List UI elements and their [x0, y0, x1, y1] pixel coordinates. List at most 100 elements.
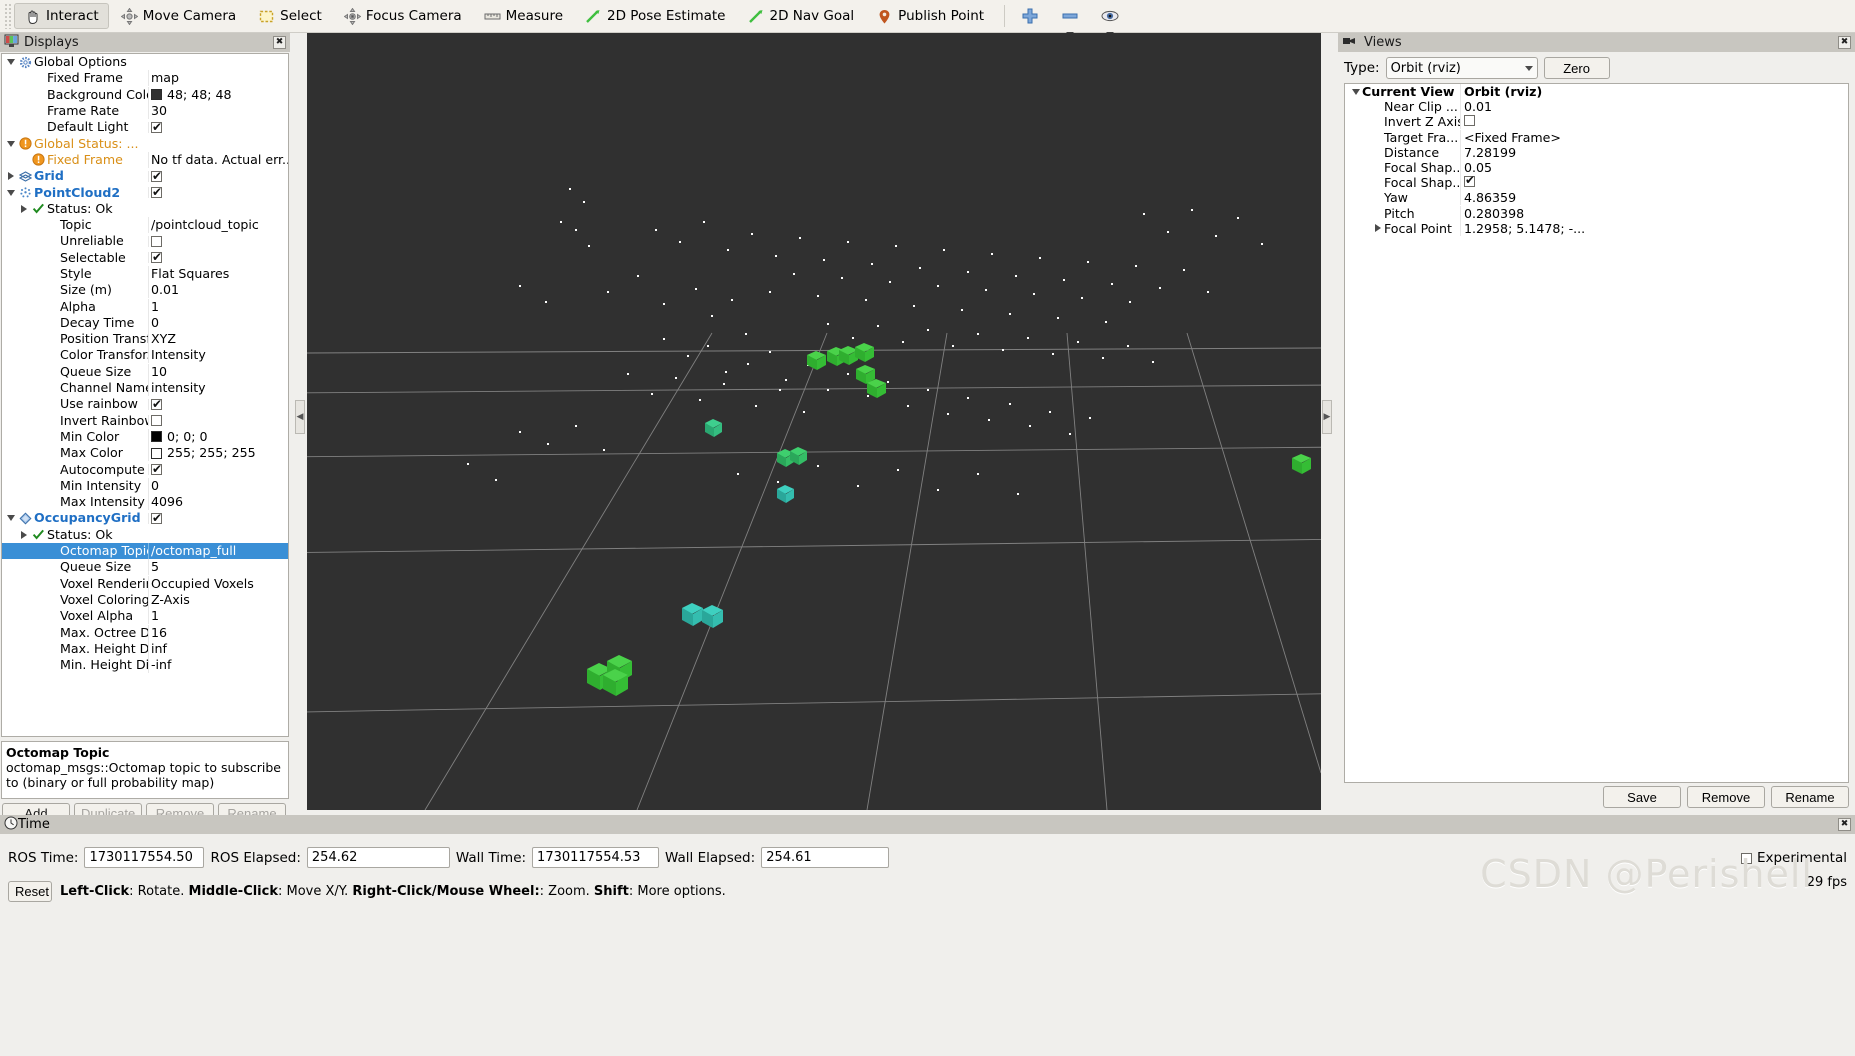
- display-row[interactable]: Alpha 1: [2, 298, 288, 315]
- chevron-right-icon[interactable]: [17, 204, 30, 213]
- display-row-value-cell[interactable]: 1: [148, 298, 288, 315]
- zero-button[interactable]: Zero: [1543, 57, 1610, 79]
- display-row[interactable]: Selectable: [2, 250, 288, 266]
- display-row-value-cell[interactable]: map: [148, 70, 288, 87]
- display-row[interactable]: Position Transf...XYZ: [2, 331, 288, 348]
- display-row[interactable]: Topic/pointcloud_topic: [2, 217, 288, 234]
- display-row[interactable]: Invert Rainbow: [2, 413, 288, 429]
- checkbox[interactable]: [151, 170, 162, 182]
- ros-time-input[interactable]: 1730117554.50: [84, 847, 205, 868]
- remove-view-button[interactable]: Remove: [1687, 786, 1765, 808]
- display-row[interactable]: Global Status: ...: [2, 135, 288, 151]
- display-row-value-cell[interactable]: inf: [148, 640, 288, 657]
- close-icon[interactable]: ✖: [273, 36, 286, 49]
- tool-2d-nav-goal[interactable]: 2D Nav Goal: [738, 3, 865, 29]
- views-tree[interactable]: Current View Orbit (rviz) Near Clip ... 0.0…: [1344, 83, 1849, 783]
- display-row-value-cell[interactable]: Z-Axis: [148, 591, 288, 608]
- view-property-value-cell[interactable]: 0.05: [1460, 160, 1848, 176]
- display-row-value-cell[interactable]: 16: [148, 624, 288, 641]
- checkbox[interactable]: [1464, 175, 1475, 188]
- display-row[interactable]: Frame Rate 30: [2, 103, 288, 120]
- rename-view-button[interactable]: Rename: [1771, 786, 1849, 808]
- checkbox[interactable]: [151, 398, 162, 410]
- checkbox[interactable]: [1464, 115, 1475, 127]
- checkbox[interactable]: [151, 415, 162, 427]
- view-property-row[interactable]: Near Clip ... 0.01: [1345, 99, 1848, 115]
- ros-elapsed-input[interactable]: 254.62: [306, 847, 450, 868]
- experimental-checkbox[interactable]: [1740, 852, 1752, 864]
- display-row-value-cell[interactable]: 4096: [148, 494, 288, 511]
- view-property-row[interactable]: Yaw 4.86359: [1345, 190, 1848, 206]
- display-row[interactable]: Max. Height Dis...inf: [2, 640, 288, 657]
- tool-focus-camera[interactable]: Focus Camera: [334, 3, 472, 29]
- display-row-value-cell[interactable]: 0.01: [148, 282, 288, 299]
- display-row[interactable]: Min Intensity 0: [2, 477, 288, 494]
- tool-select[interactable]: Select: [248, 3, 332, 29]
- tool-publish-point[interactable]: Publish Point: [866, 3, 994, 29]
- chevron-down-icon[interactable]: [1349, 88, 1362, 95]
- tool-visibility-eye-icon[interactable]: [1093, 3, 1127, 36]
- display-row-value-cell[interactable]: [148, 170, 288, 182]
- display-row-value-cell[interactable]: 1: [148, 608, 288, 625]
- display-row-value-cell[interactable]: [148, 121, 288, 133]
- display-row-value-cell[interactable]: Intensity: [148, 347, 288, 364]
- display-row-value-cell[interactable]: XYZ: [148, 331, 288, 348]
- wall-time-input[interactable]: 1730117554.53: [532, 847, 660, 868]
- display-row[interactable]: Background Color 48; 48; 48: [2, 86, 288, 103]
- displays-tree[interactable]: Global Options Fixed Frame map Background C…: [1, 53, 289, 737]
- close-icon[interactable]: ✖: [1838, 818, 1851, 831]
- wall-elapsed-input[interactable]: 254.61: [761, 847, 890, 868]
- display-row[interactable]: Min. Height Dis...-inf: [2, 657, 288, 674]
- display-row-value-cell[interactable]: -inf: [148, 657, 288, 674]
- view-property-value-cell[interactable]: 1.2958; 5.1478; -...: [1460, 220, 1848, 236]
- chevron-down-icon[interactable]: [4, 189, 17, 196]
- view-property-row[interactable]: Current View Orbit (rviz): [1345, 84, 1848, 100]
- right-splitter-handle[interactable]: ▶: [1322, 400, 1332, 434]
- display-row-value-cell[interactable]: 10: [148, 363, 288, 380]
- close-icon[interactable]: ✖: [1838, 36, 1851, 49]
- display-row[interactable]: Max. Octree De...16: [2, 624, 288, 641]
- display-row[interactable]: Status: Ok: [2, 201, 288, 217]
- display-row[interactable]: Voxel RenderingOccupied Voxels: [2, 575, 288, 592]
- display-row[interactable]: Voxel Coloring Z-Axis: [2, 591, 288, 608]
- display-row[interactable]: Queue Size 5: [2, 559, 288, 576]
- display-row-value-cell[interactable]: /octomap_full: [148, 543, 288, 560]
- chevron-right-icon[interactable]: [1371, 224, 1384, 233]
- display-row[interactable]: Color Transfor...Intensity: [2, 347, 288, 364]
- chevron-down-icon[interactable]: [4, 515, 17, 522]
- display-row[interactable]: PointCloud2: [2, 184, 288, 200]
- view-property-row[interactable]: Distance 7.28199: [1345, 144, 1848, 160]
- 3d-viewport[interactable]: [307, 33, 1321, 810]
- display-row[interactable]: Global Options: [2, 54, 288, 70]
- display-row[interactable]: Use rainbow: [2, 396, 288, 412]
- view-type-select[interactable]: Orbit (rviz): [1385, 57, 1538, 79]
- tool-2d-pose-estimate[interactable]: 2D Pose Estimate: [575, 3, 735, 29]
- toolbar-drag-handle[interactable]: [4, 3, 12, 29]
- display-row-value-cell[interactable]: Flat Squares: [148, 266, 288, 282]
- display-row[interactable]: Unreliable: [2, 233, 288, 249]
- save-view-button[interactable]: Save: [1603, 786, 1681, 808]
- checkbox[interactable]: [151, 187, 162, 199]
- checkbox[interactable]: [151, 464, 162, 476]
- checkbox[interactable]: [151, 121, 162, 133]
- remove-tool-icon[interactable]: [1053, 3, 1087, 36]
- view-property-row[interactable]: Focal Shap...: [1345, 175, 1848, 191]
- display-row-value-cell[interactable]: No tf data. Actual err...: [148, 151, 288, 168]
- view-property-row[interactable]: Focal Point 1.2958; 5.1478; -...: [1345, 220, 1848, 236]
- display-row-value-cell[interactable]: [148, 187, 288, 199]
- display-row[interactable]: Decay Time 0: [2, 314, 288, 331]
- view-property-row[interactable]: Invert Z Axis: [1345, 114, 1848, 130]
- view-property-value-cell[interactable]: 7.28199: [1460, 144, 1848, 160]
- display-row-value-cell[interactable]: 0: [148, 477, 288, 494]
- display-row[interactable]: Autocompute I...: [2, 461, 288, 477]
- add-tool-icon[interactable]: [1013, 3, 1047, 29]
- view-property-value-cell[interactable]: [1460, 175, 1848, 191]
- left-splitter-handle[interactable]: ◀: [295, 400, 305, 434]
- checkbox[interactable]: [151, 252, 162, 264]
- chevron-right-icon[interactable]: [17, 530, 30, 539]
- display-row-value-cell[interactable]: 5: [148, 559, 288, 576]
- display-row-value-cell[interactable]: intensity: [148, 380, 288, 397]
- tool-move-camera[interactable]: Move Camera: [111, 3, 246, 29]
- display-row[interactable]: Fixed Frame map: [2, 70, 288, 87]
- view-property-row[interactable]: Focal Shap... 0.05: [1345, 160, 1848, 176]
